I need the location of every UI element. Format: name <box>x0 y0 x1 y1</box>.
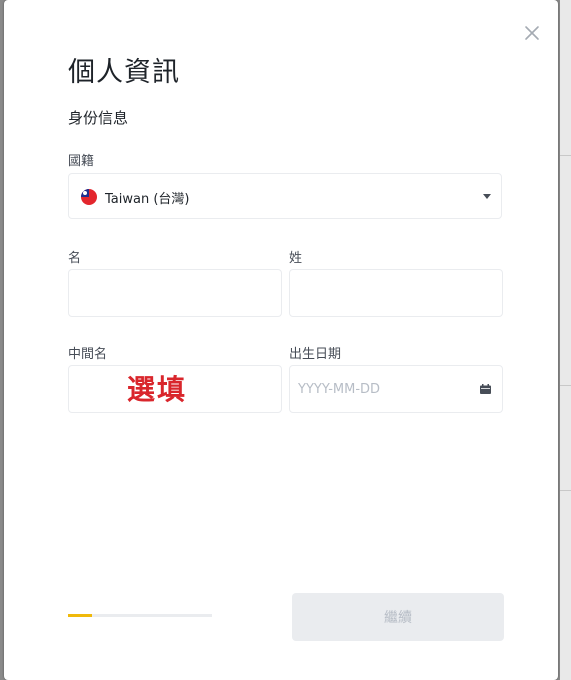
modal-title: 個人資訊 <box>68 57 180 88</box>
progress-fill <box>68 614 93 617</box>
birth-date-input[interactable] <box>290 366 502 412</box>
first-name-label: 名 <box>68 251 82 266</box>
birth-date-label: 出生日期 <box>289 347 342 362</box>
personal-info-modal: 個人資訊 身份信息 國籍 Taiwan (台灣) 名 姓 中間名 選填 出生日期 <box>4 0 558 680</box>
birth-date-field[interactable] <box>289 365 503 413</box>
last-name-field[interactable] <box>289 269 503 317</box>
section-label-identity: 身份信息 <box>68 109 129 127</box>
background-divider <box>560 385 571 386</box>
close-button[interactable] <box>521 22 543 44</box>
calendar-icon[interactable] <box>480 384 491 394</box>
nationality-selected-value: Taiwan (台灣) <box>105 192 190 207</box>
middle-name-field[interactable]: 選填 <box>68 365 282 413</box>
background-divider <box>560 490 571 491</box>
caret-down-icon <box>483 194 491 199</box>
background-page <box>560 0 571 680</box>
nationality-select[interactable]: Taiwan (台灣) <box>68 173 502 219</box>
continue-button[interactable]: 繼續 <box>292 593 504 641</box>
nationality-label: 國籍 <box>68 154 95 169</box>
first-name-input[interactable] <box>69 270 281 316</box>
progress-bar <box>68 614 212 617</box>
close-icon <box>525 26 539 40</box>
middle-name-label: 中間名 <box>68 347 108 362</box>
first-name-field[interactable] <box>68 269 282 317</box>
taiwan-flag-icon <box>81 189 97 205</box>
optional-annotation: 選填 <box>127 373 188 406</box>
last-name-input[interactable] <box>290 270 502 316</box>
background-divider <box>560 155 571 156</box>
last-name-label: 姓 <box>289 251 303 266</box>
